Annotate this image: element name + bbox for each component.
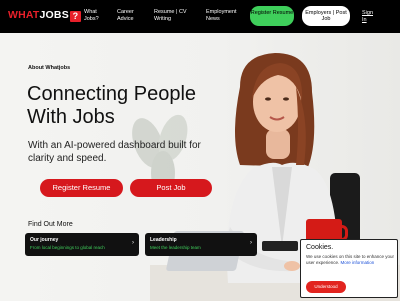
cookie-popup: Cookies. We use cookies on this site to … bbox=[300, 239, 398, 298]
nav-employment-news[interactable]: Employment News bbox=[206, 9, 237, 23]
nav-line: Resume | CV Writing bbox=[154, 9, 187, 22]
header-employers-post-job-button[interactable]: Employers | Post Job bbox=[302, 6, 350, 26]
cookie-more-information-link[interactable]: More information bbox=[341, 260, 375, 265]
cookie-title: Cookies. bbox=[306, 244, 334, 251]
cookie-understood-label: Understood bbox=[314, 284, 338, 289]
nav-what-jobs[interactable]: What Jobs? bbox=[84, 9, 99, 23]
card-subtitle: Meet the leadership team bbox=[150, 245, 201, 250]
header-employers-label: Employers | Post Job bbox=[305, 9, 347, 23]
nav-resume-cv-writing[interactable]: Resume | CV Writing bbox=[154, 9, 187, 23]
card-title: Our journey bbox=[30, 237, 59, 243]
header-register-resume-button[interactable]: Register Resume bbox=[250, 6, 294, 26]
post-job-label: Post Job bbox=[156, 183, 186, 192]
nav-line: Career Advice bbox=[117, 9, 134, 22]
card-title: Leadership bbox=[150, 237, 177, 243]
cookie-understood-button[interactable]: Understood bbox=[306, 281, 346, 293]
chevron-right-icon: › bbox=[250, 240, 252, 246]
cookie-text: We use cookies on this site to enhance y… bbox=[306, 254, 396, 266]
register-resume-label: Register Resume bbox=[52, 183, 111, 192]
about-label: About Whatjobs bbox=[28, 65, 71, 71]
card-leadership[interactable]: Leadership Meet the leadership team › bbox=[145, 233, 257, 256]
phone bbox=[262, 241, 298, 251]
logo-what-text: WHAT bbox=[8, 9, 40, 21]
header-register-label: Register Resume bbox=[250, 9, 294, 16]
card-subtitle: From local beginnings to global reach bbox=[30, 245, 105, 250]
nav-line: What Jobs? bbox=[84, 9, 99, 22]
hero-title: Connecting People With Jobs bbox=[27, 83, 197, 128]
sign-in-link[interactable]: Sign In bbox=[362, 10, 376, 23]
nav-career-advice[interactable]: Career Advice bbox=[117, 9, 134, 23]
sign-in-label: Sign In bbox=[362, 10, 374, 23]
post-job-button[interactable]: Post Job bbox=[130, 179, 212, 197]
card-our-journey[interactable]: Our journey From local beginnings to glo… bbox=[25, 233, 139, 256]
logo-question-mark: ? bbox=[69, 11, 81, 22]
nav-line: Employment News bbox=[206, 9, 237, 22]
hero-subtitle: With an AI-powered dashboard built for c… bbox=[28, 140, 201, 164]
chevron-right-icon: › bbox=[132, 240, 134, 246]
register-resume-button[interactable]: Register Resume bbox=[40, 179, 123, 197]
whatjobs-logo[interactable]: WHATJOBS? bbox=[8, 9, 81, 22]
find-out-more-heading: Find Out More bbox=[28, 221, 73, 228]
site-header: WHATJOBS? What Jobs? Career Advice Resum… bbox=[0, 0, 400, 33]
logo-jobs-text: JOBS bbox=[39, 9, 69, 21]
